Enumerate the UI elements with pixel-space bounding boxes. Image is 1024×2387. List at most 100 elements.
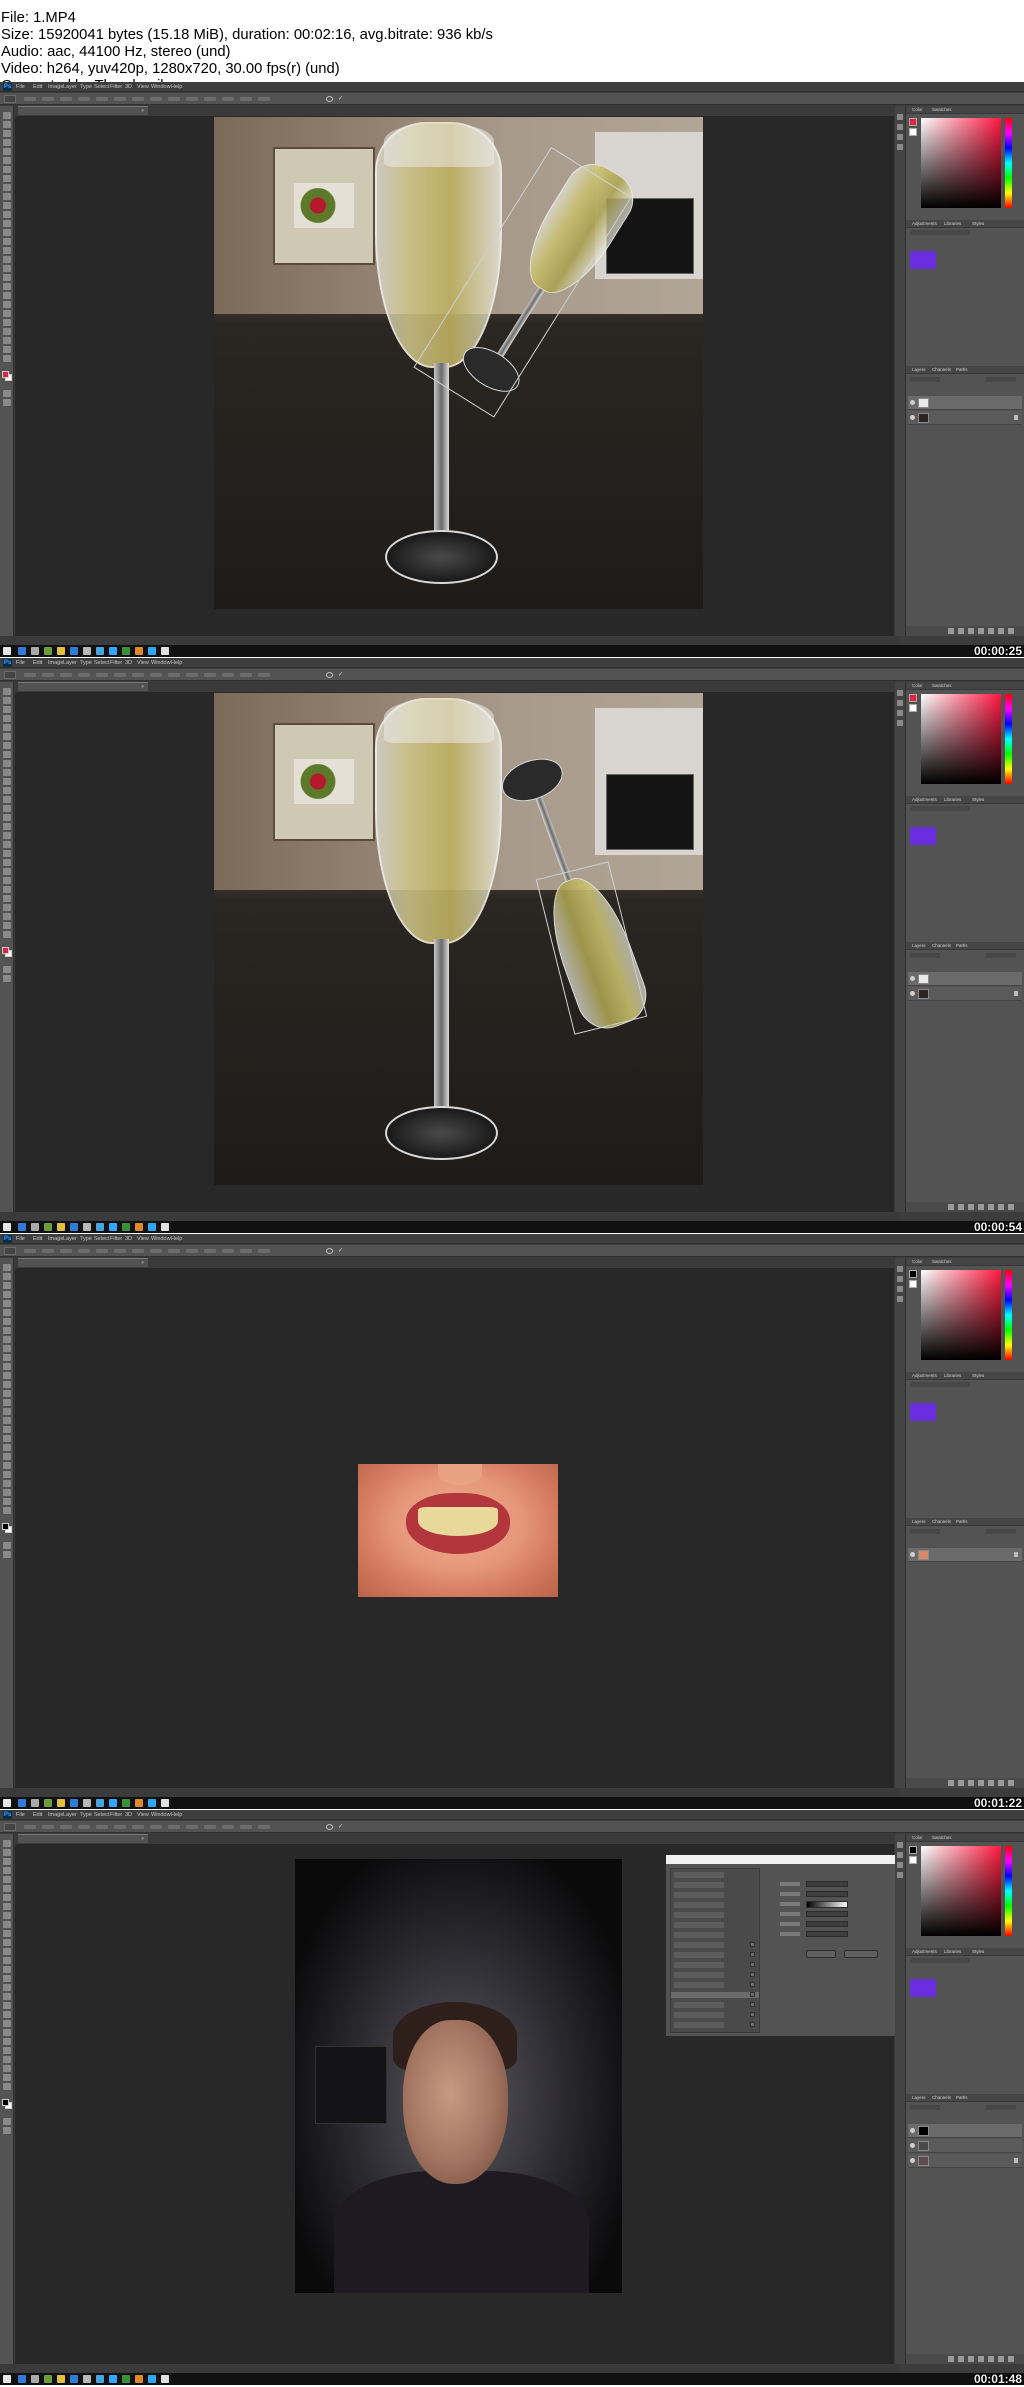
tab-libraries[interactable]: Libraries	[944, 221, 961, 227]
tool-preset-icon[interactable]	[4, 1823, 16, 1831]
menu-item[interactable]: 3D	[125, 659, 132, 667]
tool-icon[interactable]	[3, 202, 11, 209]
tool-icon[interactable]	[3, 121, 11, 128]
style-add-icon[interactable]	[750, 1982, 755, 1987]
tool-icon[interactable]	[3, 1867, 11, 1874]
menu-item[interactable]: Layer	[63, 1235, 77, 1243]
option-control[interactable]	[24, 97, 36, 101]
tool-icon[interactable]	[3, 2083, 11, 2090]
layer-action-icon[interactable]	[998, 2356, 1004, 2362]
option-control[interactable]	[42, 1825, 54, 1829]
layer-action-icon[interactable]	[958, 2356, 964, 2362]
taskbar-app-icon[interactable]	[161, 647, 169, 655]
option-control[interactable]	[24, 1825, 36, 1829]
menu-item[interactable]: Image	[48, 659, 63, 667]
tab-paths[interactable]: Paths	[956, 367, 968, 373]
menu-item[interactable]: File	[16, 1811, 25, 1819]
option-control[interactable]	[258, 673, 270, 677]
cancel-transform-icon[interactable]	[326, 1248, 333, 1254]
tab-layers[interactable]: Layers	[912, 2095, 926, 2101]
layer-action-icon[interactable]	[998, 1780, 1004, 1786]
tool-icon[interactable]	[3, 184, 11, 191]
blend-mode-dropdown[interactable]	[910, 953, 940, 958]
tab-adjustments[interactable]: Adjustments	[912, 1373, 937, 1379]
tool-icon[interactable]	[3, 2029, 11, 2036]
option-control[interactable]	[96, 97, 108, 101]
option-control[interactable]	[132, 1249, 144, 1253]
smile-photo[interactable]	[358, 1464, 558, 1597]
option-control[interactable]	[240, 673, 252, 677]
layer-action-icon[interactable]	[1008, 1780, 1014, 1786]
style-list-item[interactable]	[674, 1902, 724, 1908]
champagne-photo[interactable]	[214, 117, 703, 609]
taskbar-app-icon[interactable]	[31, 647, 39, 655]
tool-icon[interactable]	[3, 1948, 11, 1955]
blend-mode-dropdown[interactable]	[910, 2105, 940, 2110]
document-tab[interactable]: ×	[18, 682, 148, 691]
taskbar-app-icon[interactable]	[122, 2375, 130, 2383]
tool-icon[interactable]	[3, 211, 11, 218]
option-control[interactable]	[132, 97, 144, 101]
tool-icon[interactable]	[3, 274, 11, 281]
option-control[interactable]	[114, 673, 126, 677]
taskbar-app-icon[interactable]	[96, 647, 104, 655]
taskbar-app-icon[interactable]	[83, 1223, 91, 1231]
tool-icon[interactable]	[3, 1399, 11, 1406]
dock-icon[interactable]	[897, 710, 903, 716]
menu-item[interactable]: Edit	[33, 1811, 42, 1819]
tool-icon[interactable]	[3, 931, 11, 938]
layer-action-icon[interactable]	[988, 2356, 994, 2362]
tab-swatches[interactable]: Swatches	[932, 1835, 952, 1841]
taskbar-app-icon[interactable]	[148, 2375, 156, 2383]
taskbar-app-icon[interactable]	[135, 647, 143, 655]
tool-icon[interactable]	[3, 1318, 11, 1325]
option-control[interactable]	[186, 97, 198, 101]
taskbar-app-icon[interactable]	[135, 1223, 143, 1231]
style-list-item[interactable]	[674, 1882, 724, 1888]
tool-icon[interactable]	[3, 841, 11, 848]
style-add-icon[interactable]	[750, 2022, 755, 2027]
tool-icon[interactable]	[3, 1984, 11, 1991]
screen-mode-icon[interactable]	[3, 1551, 11, 1558]
layer-action-icon[interactable]	[958, 1204, 964, 1210]
option-field[interactable]	[806, 1911, 848, 1917]
tool-icon[interactable]	[3, 1939, 11, 1946]
option-control[interactable]	[168, 1825, 180, 1829]
tool-icon[interactable]	[3, 1372, 11, 1379]
tool-icon[interactable]	[3, 1894, 11, 1901]
tab-channels[interactable]: Channels	[932, 2095, 951, 2101]
option-control[interactable]	[114, 1249, 126, 1253]
dock-icon[interactable]	[897, 1842, 903, 1848]
option-control[interactable]	[150, 97, 162, 101]
option-control[interactable]	[60, 1825, 72, 1829]
tool-icon[interactable]	[3, 1975, 11, 1982]
eye-icon[interactable]	[910, 400, 915, 405]
dock-icon[interactable]	[897, 1872, 903, 1878]
tool-icon[interactable]	[3, 1381, 11, 1388]
eye-icon[interactable]	[910, 2143, 915, 2148]
style-list-item[interactable]	[674, 1932, 724, 1938]
canvas-workspace[interactable]	[15, 116, 894, 636]
dock-icon[interactable]	[897, 114, 903, 120]
tool-icon[interactable]	[3, 796, 11, 803]
menu-item[interactable]: Filter	[110, 1235, 122, 1243]
style-add-icon[interactable]	[750, 1992, 755, 1997]
eye-icon[interactable]	[910, 976, 915, 981]
tab-layers[interactable]: Layers	[912, 367, 926, 373]
tool-icon[interactable]	[3, 913, 11, 920]
panel-background-swatch[interactable]	[909, 704, 917, 712]
option-control[interactable]	[114, 1825, 126, 1829]
menu-item[interactable]: Window	[151, 659, 171, 667]
layer-action-icon[interactable]	[948, 1780, 954, 1786]
menu-item[interactable]: Layer	[63, 659, 77, 667]
blend-mode-dropdown[interactable]	[910, 377, 940, 382]
opacity-field[interactable]	[986, 2105, 1016, 2110]
tab-color[interactable]: Color	[912, 107, 923, 113]
hue-slider[interactable]	[1005, 118, 1012, 208]
option-field[interactable]	[806, 1921, 848, 1927]
tool-icon[interactable]	[3, 175, 11, 182]
tool-icon[interactable]	[3, 814, 11, 821]
option-control[interactable]	[78, 1825, 90, 1829]
tool-icon[interactable]	[3, 2056, 11, 2063]
hue-slider[interactable]	[1005, 1846, 1012, 1936]
